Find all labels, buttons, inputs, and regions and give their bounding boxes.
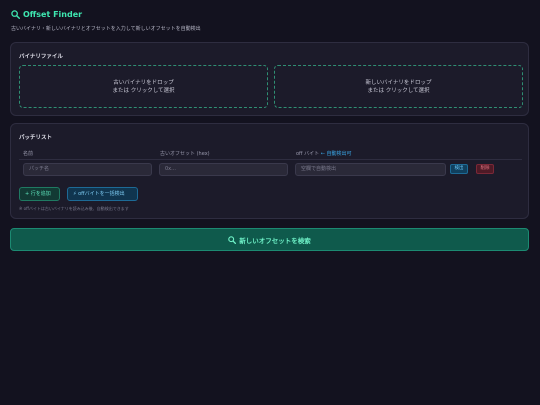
search-button-label: 新しいオフセットを検索 [239, 236, 311, 245]
old-binary-dropzone[interactable]: 古いバイナリをドロップ または クリックして選択 [19, 65, 268, 108]
binary-files-panel: バイナリファイル 古いバイナリをドロップ または クリックして選択 新しいバイナ… [10, 42, 529, 116]
off-bytes-input[interactable]: 空欄で自動検出 [295, 163, 446, 176]
new-binary-dropzone[interactable]: 新しいバイナリをドロップ または クリックして選択 [274, 65, 523, 108]
new-binary-drop-text: 新しいバイナリをドロップ [365, 79, 432, 86]
column-header-off-bytes: off バイト ← 自動検出可 [296, 150, 351, 157]
magnifier-icon [228, 235, 237, 244]
search-new-offsets-button[interactable]: 新しいオフセットを検索 [10, 228, 529, 251]
delete-button[interactable]: 削除 [476, 164, 494, 174]
page-subtitle: 古いバイナリ・新しいバイナリとオフセットを入力して新しいオフセットを自動検出 [11, 26, 201, 32]
auto-detect-off-bytes-button[interactable]: ⚡ offバイトを一括検出 [67, 187, 138, 201]
column-header-name: 名前 [23, 151, 34, 157]
magnifier-icon [11, 10, 20, 19]
auto-detect-hint: ※ offバイトは古いバイナリを読み込み後、自動検出できます [19, 206, 129, 211]
off-bytes-label: off バイト [296, 151, 320, 157]
detect-button[interactable]: 検出 [450, 164, 468, 174]
new-binary-click-text: または クリックして選択 [367, 87, 430, 94]
old-binary-click-text: または クリックして選択 [112, 87, 175, 94]
old-offset-input[interactable]: 0x... [159, 163, 288, 176]
page-title: Offset Finder [23, 10, 83, 19]
column-header-old-offset: 古いオフセット (hex) [160, 151, 210, 157]
binary-files-title: バイナリファイル [19, 54, 63, 60]
title-row: Offset Finder [11, 10, 82, 19]
old-binary-drop-text: 古いバイナリをドロップ [113, 79, 174, 86]
patch-name-input[interactable]: パッチ名 [23, 163, 152, 176]
patch-list-panel: パッチリスト 名前 古いオフセット (hex) off バイト ← 自動検出可 … [10, 123, 529, 219]
patch-list-title: パッチリスト [19, 135, 53, 141]
auto-detect-hint-link: ← 自動検出可 [320, 151, 352, 157]
table-header-divider [19, 159, 522, 160]
add-row-button[interactable]: + 行を追加 [19, 187, 60, 201]
